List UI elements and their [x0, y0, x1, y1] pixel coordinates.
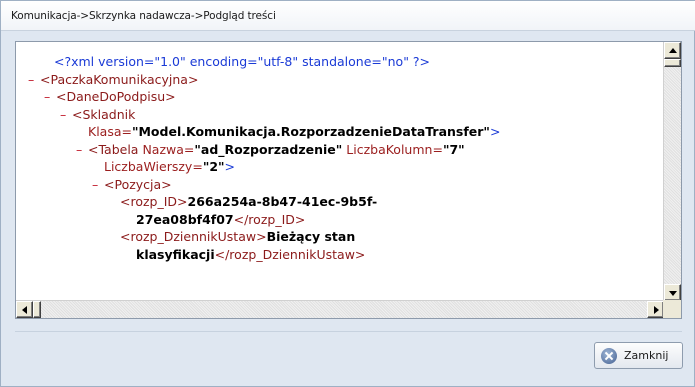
hscroll-thumb[interactable] — [33, 301, 41, 318]
xml-token: > — [224, 159, 236, 174]
xml-token: <DaneDoPodpisu> — [56, 89, 176, 104]
xml-token: <rozp_ID> — [120, 194, 188, 209]
xml-token: "ad_Rozporzadzenie" — [194, 141, 343, 157]
xml-line: <rozp_ID>266a254a-8b47-41ec-9b5f- — [16, 193, 664, 211]
scroll-right-button[interactable] — [647, 301, 664, 318]
arrow-right-icon — [654, 306, 659, 314]
xml-line: klasyfikacji</rozp_DziennikUstaw> — [16, 246, 664, 264]
xml-token: <Pozycja> — [104, 176, 172, 192]
xml-token: <Tabela — [88, 141, 143, 157]
window-title: Komunikacja->Skrzynka nadawcza->Podgląd … — [11, 10, 276, 22]
scroll-thumb[interactable] — [664, 59, 681, 67]
collapse-toggle[interactable]: – — [60, 106, 66, 124]
horizontal-scrollbar[interactable] — [16, 300, 664, 318]
close-button[interactable]: Zamknij — [594, 342, 683, 369]
vertical-scrollbar[interactable] — [663, 42, 681, 301]
xml-line: – <PaczkaKomunikacyjna> — [16, 71, 664, 89]
arrow-left-icon — [22, 306, 27, 314]
xml-token: <?xml version="1.0" encoding="utf-8" sta… — [54, 54, 431, 69]
xml-token: <Skladnik — [72, 106, 136, 122]
xml-token: </rozp_DziennikUstaw> — [214, 246, 366, 262]
xml-line: <?xml version="1.0" encoding="utf-8" sta… — [16, 53, 664, 71]
scroll-down-button[interactable] — [664, 284, 681, 301]
xml-line: – <DaneDoPodpisu> — [16, 88, 664, 106]
xml-token: Nazwa= — [142, 141, 195, 157]
collapse-toggle[interactable]: – — [92, 176, 98, 194]
xml-token: Klasa= — [88, 124, 132, 139]
xml-token: > — [489, 124, 501, 139]
xml-token: 27ea08bf4f07 — [136, 211, 234, 227]
footer-divider — [15, 331, 682, 332]
xml-token: klasyfikacji — [136, 246, 215, 262]
close-circle-icon — [601, 347, 617, 364]
xml-token: LiczbaKolumn= — [342, 141, 443, 157]
xml-token: "2" — [202, 159, 225, 174]
xml-line: – <Skladnik — [16, 106, 664, 124]
xml-line: 27ea08bf4f07</rozp_ID> — [16, 211, 664, 229]
xml-token: </rozp_ID> — [233, 211, 306, 227]
xml-token: "7" — [442, 141, 465, 157]
collapse-toggle[interactable]: – — [28, 71, 34, 89]
xml-line: – <Pozycja> — [16, 176, 664, 194]
collapse-toggle[interactable]: – — [44, 88, 50, 106]
xml-line: <rozp_DziennikUstaw>Bieżący stan — [16, 228, 664, 246]
xml-content-panel: <?xml version="1.0" encoding="utf-8" sta… — [15, 41, 682, 319]
scroll-up-button[interactable] — [664, 42, 681, 59]
xml-line: – <Tabela Nazwa="ad_Rozporzadzenie" Liczb… — [16, 141, 664, 159]
xml-token: Bieżący stan — [266, 229, 356, 244]
scrollbar-corner — [663, 300, 681, 318]
xml-line: Klasa="Model.Komunikacja.RozporzadzenieD… — [16, 123, 664, 141]
xml-token: 266a254a-8b47-41ec-9b5f- — [187, 194, 378, 209]
collapse-toggle[interactable]: – — [76, 141, 82, 159]
close-button-label: Zamknij — [624, 349, 669, 362]
arrow-down-icon — [669, 291, 677, 296]
xml-line: LiczbaWierszy="2"> — [16, 158, 664, 176]
xml-token: LiczbaWierszy= — [104, 159, 203, 174]
xml-token: <rozp_DziennikUstaw> — [120, 229, 267, 244]
title-bar: Komunikacja->Skrzynka nadawcza->Podgląd … — [1, 1, 695, 31]
preview-window: Komunikacja->Skrzynka nadawcza->Podgląd … — [0, 0, 695, 387]
scroll-left-button[interactable] — [16, 301, 33, 318]
xml-token: <PaczkaKomunikacyjna> — [40, 71, 199, 87]
arrow-up-icon — [669, 48, 677, 53]
xml-tree-view[interactable]: <?xml version="1.0" encoding="utf-8" sta… — [16, 42, 664, 301]
xml-token: "Model.Komunikacja.RozporzadzenieDataTra… — [131, 124, 490, 139]
